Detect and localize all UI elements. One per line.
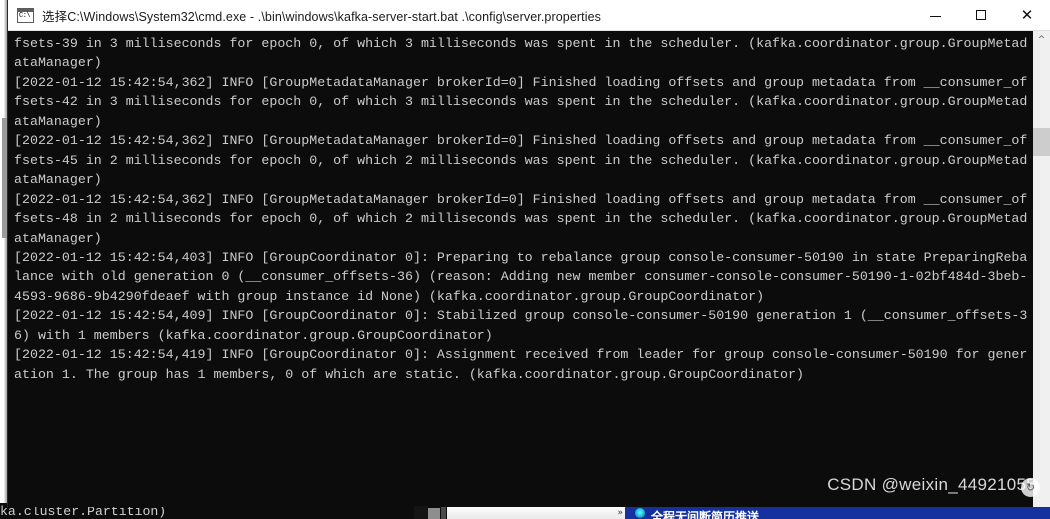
- console-line: fsets-48 in 2 milliseconds for epoch 0, …: [14, 211, 1028, 227]
- console-line: [2022-01-12 15:42:54,362] INFO [GroupMet…: [14, 74, 1028, 90]
- taskbar[interactable]: » 全程无间断简历推送: [414, 506, 1050, 519]
- cmd-icon: C:\: [17, 7, 34, 23]
- console-body[interactable]: fsets-39 in 3 milliseconds for epoch 0, …: [8, 31, 1050, 507]
- scrollbar-thumb[interactable]: [1033, 128, 1050, 156]
- taskbar-window-preview[interactable]: »: [447, 507, 625, 519]
- promo-text: 全程无间断简历推送: [651, 510, 760, 519]
- console-line: [2022-01-12 15:42:54,419] INFO [GroupCoo…: [14, 347, 1028, 363]
- taskbar-item-thumbnail[interactable]: [428, 508, 440, 519]
- csdn-watermark: CSDN @weixin_44921055: [827, 475, 1036, 494]
- console-line: ataManager): [14, 55, 102, 71]
- taskbar-item-thumbnail[interactable]: [441, 507, 446, 519]
- cmd-window: C:\ 选择C:\Windows\System32\cmd.exe - .\bi…: [8, 0, 1050, 507]
- title-bar[interactable]: C:\ 选择C:\Windows\System32\cmd.exe - .\bi…: [8, 0, 1050, 31]
- chevron-right-icon[interactable]: »: [617, 508, 623, 518]
- console-line: ataManager): [14, 230, 102, 246]
- console-line: ation 1. The group has 1 members, 0 of w…: [14, 366, 804, 382]
- console-line: [2022-01-12 15:42:54,403] INFO [GroupCoo…: [14, 249, 1028, 265]
- window-controls: ✕: [912, 0, 1050, 30]
- console-line: [2022-01-12 15:42:54,362] INFO [GroupMet…: [14, 133, 1028, 149]
- screen: fs at [2 fs at [2 fs at [2 fs at [2 la 4…: [0, 0, 1050, 519]
- console-scrollbar[interactable]: ^: [1033, 31, 1050, 507]
- console-line: 6) with 1 members (kafka.coordinator.gro…: [14, 327, 493, 343]
- cmd-icon-label: C:\: [19, 11, 31, 20]
- taskbar-dark-gap: [414, 506, 428, 519]
- console-line: ataManager): [14, 113, 102, 129]
- close-icon: ✕: [1020, 5, 1034, 24]
- console-line: lance with old generation 0 (__consumer_…: [14, 269, 1028, 285]
- console-line: fsets-39 in 3 milliseconds for epoch 0, …: [14, 36, 1028, 51]
- promo-icon: [635, 508, 645, 518]
- console-line: fsets-42 in 3 milliseconds for epoch 0, …: [14, 94, 1028, 110]
- console-line: fsets-45 in 2 milliseconds for epoch 0, …: [14, 152, 1028, 168]
- window-title: 选择C:\Windows\System32\cmd.exe - .\bin\wi…: [42, 9, 601, 24]
- maximize-button[interactable]: [958, 0, 1004, 30]
- taskbar-promo-banner[interactable]: 全程无间断简历推送: [625, 507, 1050, 519]
- console-output: fsets-39 in 3 milliseconds for epoch 0, …: [8, 31, 1033, 507]
- close-button[interactable]: ✕: [1004, 0, 1050, 30]
- csdn-watermark-logo-icon: ↻: [1021, 478, 1040, 497]
- scroll-up-arrow-icon[interactable]: ^: [1033, 31, 1050, 48]
- console-line: [2022-01-12 15:42:54,362] INFO [GroupMet…: [14, 191, 1028, 207]
- console-line: [2022-01-12 15:42:54,409] INFO [GroupCoo…: [14, 308, 1028, 324]
- console-line: 4593-9686-9b4290fdeaef with group instan…: [14, 288, 765, 304]
- console-line: ataManager): [14, 172, 102, 188]
- minimize-button[interactable]: [912, 0, 958, 30]
